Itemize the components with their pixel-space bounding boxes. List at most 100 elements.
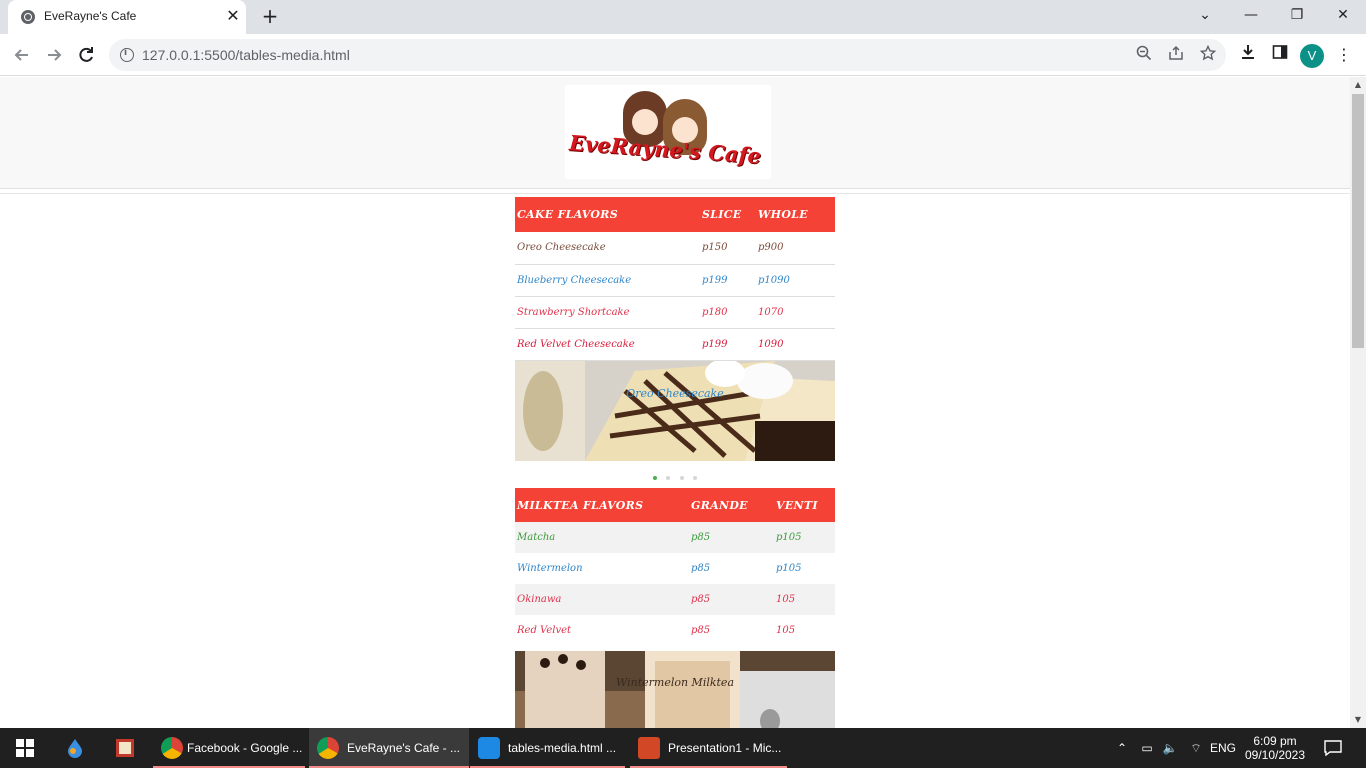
chrome-icon	[317, 737, 339, 759]
price-grande: p85	[689, 522, 774, 553]
price-slice: p150	[700, 232, 756, 265]
vscode-icon	[478, 737, 500, 759]
profile-avatar[interactable]: V	[1300, 44, 1324, 68]
cake-table: CAKE FLAVORS SLICE WHOLE Oreo Cheesecake…	[515, 197, 835, 361]
column-header: WHOLE	[756, 197, 835, 232]
table-row: Blueberry Cheesecake p199 p1090	[515, 264, 835, 297]
reload-icon	[79, 47, 93, 62]
language-indicator[interactable]: ENG	[1208, 728, 1238, 768]
carousel-dot-1[interactable]	[653, 476, 658, 480]
browser-window: EveRayne's Cafe ✕ + ⌄ — ❐ ✕ 127.0.0.1:55…	[0, 0, 1366, 768]
price-slice: p199	[700, 328, 756, 361]
carousel-dot-3[interactable]	[679, 476, 684, 480]
taskbar-item-powerpoint[interactable]: Presentation1 - Mic...	[630, 728, 787, 768]
price-whole: p900	[756, 232, 835, 265]
milktea-menu: MILKTEA FLAVORS GRANDE VENTI Matcha p85 …	[515, 488, 835, 728]
price-grande: p85	[691, 625, 711, 636]
scroll-up-arrow-icon[interactable]: ▲	[1353, 80, 1363, 90]
carousel-dot-4[interactable]	[692, 476, 697, 480]
price-grande: p85	[689, 584, 774, 615]
flavor-name: Strawberry Shortcake	[515, 296, 700, 329]
cafe-logo[interactable]: EveRayne's Cafe	[565, 85, 771, 179]
table-row: Wintermelon p85 p105	[515, 553, 835, 584]
price-venti: 105	[774, 584, 835, 615]
share-icon[interactable]	[1166, 45, 1186, 65]
tab-search-chevron-icon[interactable]: ⌄	[1182, 0, 1228, 32]
page-viewport: EveRayne's Cafe CAKE FLAVORS SLICE WHOLE…	[0, 77, 1350, 728]
clock-date: 09/10/2023	[1244, 748, 1306, 762]
close-window-button[interactable]: ✕	[1320, 0, 1366, 32]
taskbar-item-label: Facebook - Google ...	[187, 741, 303, 755]
forward-button[interactable]	[41, 42, 67, 68]
star-icon[interactable]	[1198, 44, 1218, 65]
price-slice: p180	[700, 296, 756, 329]
app-icon[interactable]	[110, 728, 140, 768]
windows-taskbar: Facebook - Google ... EveRayne's Cafe - …	[0, 728, 1366, 768]
back-button[interactable]	[9, 42, 35, 68]
column-header: VENTI	[774, 488, 835, 522]
taskbar-item-everaynes-cafe[interactable]: EveRayne's Cafe - ...	[309, 728, 469, 768]
tab-strip: EveRayne's Cafe ✕ + ⌄ — ❐ ✕	[0, 0, 1366, 34]
flavor-name: Wintermelon	[517, 563, 583, 574]
windows-start-icon[interactable]	[10, 728, 40, 768]
scroll-down-arrow-icon[interactable]: ▼	[1353, 715, 1363, 725]
milktea-slide-image[interactable]	[515, 651, 835, 728]
divider	[0, 193, 1350, 194]
scroll-thumb[interactable]	[1352, 94, 1364, 348]
site-info-icon[interactable]	[120, 48, 134, 62]
flavor-name: Blueberry Cheesecake	[515, 264, 700, 297]
column-header: GRANDE	[689, 488, 774, 522]
flavor-name: Red Velvet	[517, 625, 572, 636]
flavor-name: Matcha	[515, 522, 689, 553]
new-tab-button[interactable]: +	[259, 5, 281, 27]
page-scrollbar[interactable]: ▲ ▼	[1350, 77, 1366, 728]
column-header: SLICE	[700, 197, 756, 232]
clock-time: 6:09 pm	[1253, 734, 1297, 748]
address-bar[interactable]: 127.0.0.1:5500/tables-media.html	[109, 39, 1226, 71]
clock[interactable]: 6:09 pm 09/10/2023	[1240, 728, 1310, 768]
side-panel-icon[interactable]	[1268, 43, 1292, 67]
price-grande: p85	[691, 563, 711, 574]
milktea-table: MILKTEA FLAVORS GRANDE VENTI Matcha p85 …	[515, 488, 835, 646]
taskbar-item-label: Presentation1 - Mic...	[668, 741, 782, 755]
price-venti: p105	[774, 522, 835, 553]
arrow-left-icon	[14, 49, 28, 61]
chrome-icon	[161, 737, 183, 759]
table-row: Strawberry Shortcake p180 1070	[515, 296, 835, 329]
paint-app-icon[interactable]	[60, 728, 90, 768]
tab-everaynes-cafe[interactable]: EveRayne's Cafe ✕	[8, 0, 246, 34]
notification-icon[interactable]	[1320, 728, 1346, 768]
price-whole: 1070	[756, 296, 835, 329]
close-tab-icon[interactable]: ✕	[224, 7, 242, 25]
taskbar-item-label: tables-media.html ...	[508, 741, 617, 755]
price-whole: p1090	[756, 264, 835, 297]
zoom-icon[interactable]	[1134, 45, 1154, 65]
flavor-name: Oreo Cheesecake	[515, 232, 700, 265]
kebab-menu-icon[interactable]: ⋮	[1332, 43, 1356, 67]
table-row: Okinawa p85 105	[515, 584, 835, 615]
taskbar-item-facebook[interactable]: Facebook - Google ...	[153, 728, 305, 768]
chevron-up-icon[interactable]: ⌃	[1112, 728, 1132, 768]
minimize-button[interactable]: —	[1228, 0, 1274, 32]
tab-title: EveRayne's Cafe	[44, 9, 137, 23]
price-whole: 1090	[756, 328, 835, 361]
table-row: Matcha p85 p105	[515, 522, 835, 553]
arrow-right-icon	[48, 49, 62, 61]
meet-now-icon[interactable]: ▭	[1137, 728, 1157, 768]
speaker-icon[interactable]: 🔈	[1160, 728, 1180, 768]
carousel-dot-2[interactable]	[666, 476, 671, 480]
flavor-name: Okinawa	[515, 584, 689, 615]
price-venti: 105	[776, 625, 796, 636]
table-row: Oreo Cheesecake p150 p900	[515, 232, 835, 265]
slide-caption: Oreo Cheesecake	[626, 387, 724, 400]
reload-button[interactable]	[73, 42, 99, 68]
url-text[interactable]: 127.0.0.1:5500/tables-media.html	[142, 47, 350, 63]
wifi-icon[interactable]: ⌔	[1186, 728, 1206, 768]
restore-button[interactable]: ❐	[1274, 0, 1320, 32]
download-icon[interactable]	[1236, 43, 1260, 67]
taskbar-item-vscode[interactable]: tables-media.html ...	[470, 728, 625, 768]
cake-slide-image[interactable]	[515, 361, 835, 461]
taskbar-item-label: EveRayne's Cafe - ...	[347, 741, 461, 755]
cheesecake-photo	[515, 361, 835, 461]
column-header: CAKE FLAVORS	[515, 197, 700, 232]
